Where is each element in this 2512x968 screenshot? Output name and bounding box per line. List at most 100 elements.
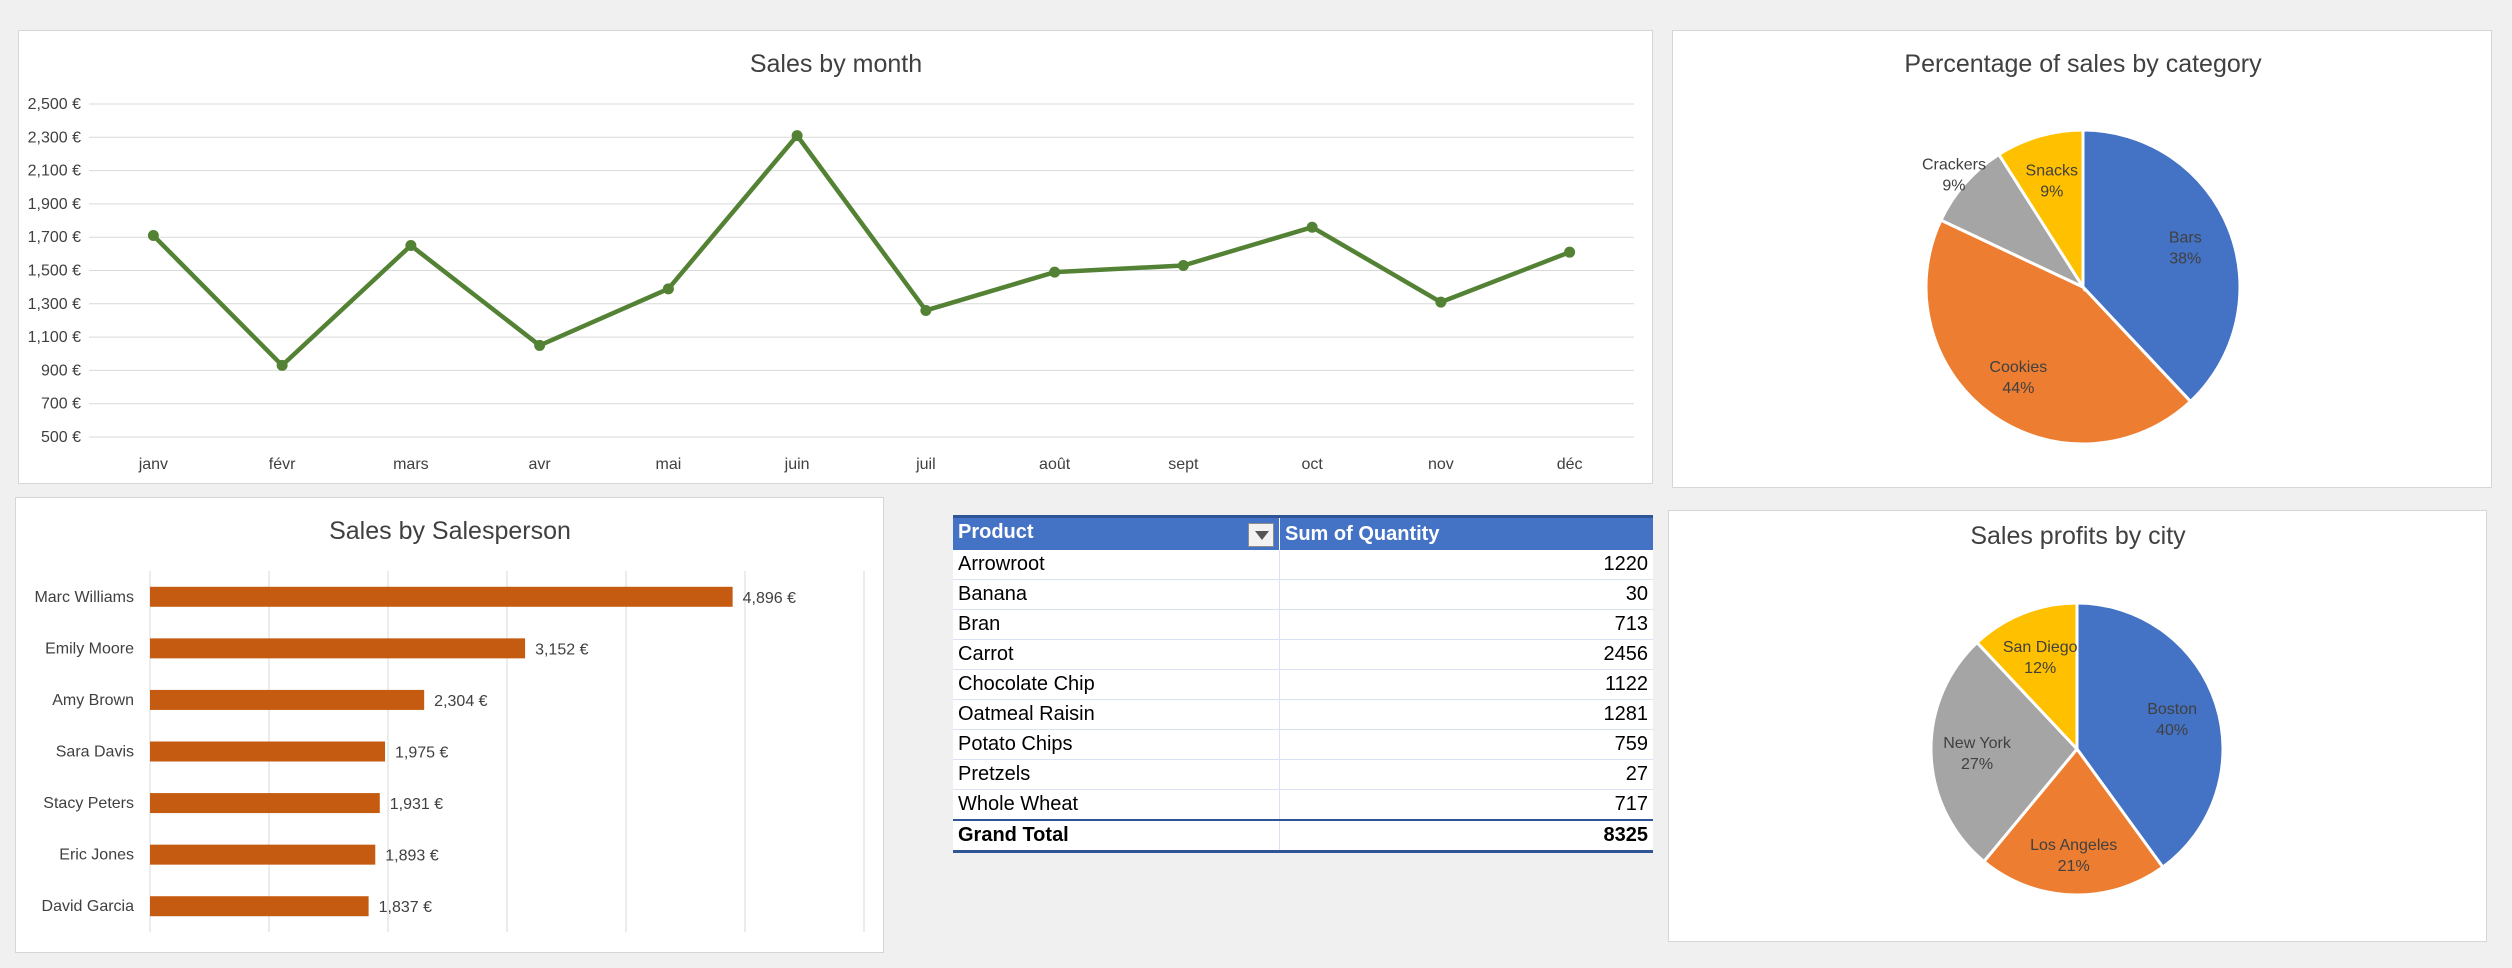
product-cell[interactable]: Whole Wheat (953, 789, 1280, 821)
data-point (920, 304, 932, 316)
product-cell[interactable]: Pretzels (953, 759, 1280, 790)
slice-label: Cookies (1989, 359, 2047, 376)
product-cell[interactable]: Carrot (953, 639, 1280, 670)
category-label: Eric Jones (59, 847, 134, 864)
salesperson-bar (150, 586, 733, 607)
data-point (405, 240, 417, 252)
quantity-cell[interactable]: 717 (1279, 789, 1653, 821)
y-tick-label: 2,500 € (28, 96, 81, 113)
bar-value-label: 1,837 € (379, 899, 432, 916)
table-row[interactable]: Bran 713 (953, 609, 1653, 640)
bar-value-label: 3,152 € (535, 641, 588, 658)
salesperson-bar (150, 741, 386, 762)
category-pie-title: Percentage of sales by category (1904, 50, 2262, 78)
category-label: Emily Moore (45, 640, 134, 657)
slice-percent: 12% (2024, 660, 2056, 677)
x-tick-label: avr (529, 456, 552, 473)
product-cell[interactable]: Chocolate Chip (953, 669, 1280, 700)
sales-by-month-title: Sales by month (750, 50, 922, 78)
table-row[interactable]: Potato Chips 759 (953, 729, 1653, 760)
data-point (1306, 221, 1318, 233)
quantity-cell[interactable]: 1220 (1279, 550, 1653, 580)
grand-total-row[interactable]: Grand Total 8325 (953, 819, 1653, 853)
data-point (534, 339, 546, 351)
slice-label: Los Angeles (2030, 837, 2117, 854)
table-row[interactable]: Oatmeal Raisin 1281 (953, 699, 1653, 730)
bar-value-label: 1,893 € (385, 848, 438, 865)
product-cell[interactable]: Arrowroot (953, 550, 1280, 580)
y-tick-label: 2,100 € (28, 163, 81, 180)
bar-value-label: 4,896 € (743, 590, 796, 607)
salesperson-bar (150, 844, 376, 865)
y-tick-label: 900 € (41, 362, 81, 379)
grand-total-value[interactable]: 8325 (1279, 819, 1653, 853)
x-tick-label: mai (655, 456, 681, 473)
slice-percent: 44% (2002, 380, 2034, 397)
city-pie-chart[interactable]: Sales profits by city Boston 40% Los Angel… (1669, 511, 2488, 943)
grand-total-label[interactable]: Grand Total (953, 819, 1280, 853)
slice-label: Bars (2169, 230, 2202, 247)
category-label: Amy Brown (52, 692, 134, 709)
product-cell[interactable]: Oatmeal Raisin (953, 699, 1280, 730)
y-tick-label: 500 € (41, 429, 81, 446)
quantity-cell[interactable]: 759 (1279, 729, 1653, 760)
quantity-header[interactable]: Sum of Quantity (1279, 515, 1653, 550)
product-header-label: Product (958, 521, 1034, 543)
data-point (662, 283, 674, 295)
product-cell[interactable]: Banana (953, 579, 1280, 610)
data-point (276, 359, 288, 371)
table-row[interactable]: Carrot 2456 (953, 639, 1653, 670)
quantity-cell[interactable]: 713 (1279, 609, 1653, 640)
city-pie-panel[interactable]: Sales profits by city Boston 40% Los Angel… (1668, 510, 2487, 942)
x-tick-label: janv (138, 456, 168, 473)
x-tick-label: oct (1301, 456, 1323, 473)
category-pie-panel[interactable]: Percentage of sales by category Bars 38% C… (1672, 30, 2492, 488)
table-row[interactable]: Banana 30 (953, 579, 1653, 610)
table-row[interactable]: Arrowroot 1220 (953, 550, 1653, 580)
sales-by-month-chart[interactable]: Sales by month 2,500 € 2,300 € 2,100 € 1,90… (19, 31, 1654, 485)
product-cell[interactable]: Potato Chips (953, 729, 1280, 760)
slice-label: Snacks (2026, 162, 2078, 179)
slice-percent: 21% (2058, 858, 2090, 875)
slice-label: San Diego (2003, 639, 2078, 656)
filter-dropdown-icon[interactable] (1248, 523, 1274, 547)
bar-value-label: 1,975 € (395, 745, 448, 762)
x-tick-label: juil (915, 456, 936, 473)
table-row[interactable]: Pretzels 27 (953, 759, 1653, 790)
product-cell[interactable]: Bran (953, 609, 1280, 640)
x-tick-label: sept (1168, 456, 1199, 473)
x-tick-label: mars (393, 456, 429, 473)
quantity-cell[interactable]: 27 (1279, 759, 1653, 790)
slice-percent: 9% (1942, 177, 1965, 194)
category-label: Marc Williams (34, 589, 134, 606)
slice-percent: 38% (2169, 251, 2201, 268)
y-tick-label: 1,900 € (28, 196, 81, 213)
sales-by-month-panel[interactable]: Sales by month 2,500 € 2,300 € 2,100 € 1,90… (18, 30, 1653, 484)
salesperson-bar (150, 896, 369, 917)
slice-label: New York (1943, 735, 2012, 752)
quantity-cell[interactable]: 1122 (1279, 669, 1653, 700)
salesperson-bar (150, 689, 425, 710)
y-tick-label: 1,500 € (28, 263, 81, 280)
salesperson-bar (150, 793, 380, 814)
category-pie-chart[interactable]: Percentage of sales by category Bars 38% C… (1673, 31, 2493, 489)
quantity-cell[interactable]: 1281 (1279, 699, 1653, 730)
table-row[interactable]: Chocolate Chip 1122 (953, 669, 1653, 700)
product-pivot-table[interactable]: Product Sum of Quantity Arrowroot 1220 Ba… (953, 515, 1653, 853)
product-header[interactable]: Product (953, 515, 1280, 550)
y-tick-label: 1,300 € (28, 296, 81, 313)
category-label: Stacy Peters (43, 795, 134, 812)
slice-percent: 40% (2156, 722, 2188, 739)
quantity-cell[interactable]: 2456 (1279, 639, 1653, 670)
salesperson-panel[interactable]: Sales by Salesperson Marc Williams Emily … (15, 497, 884, 953)
table-row[interactable]: Whole Wheat 717 (953, 789, 1653, 821)
category-label: Sara Davis (56, 744, 134, 761)
salesperson-bar-chart[interactable]: Sales by Salesperson Marc Williams Emily … (16, 498, 885, 954)
x-tick-label: févr (269, 456, 296, 473)
salesperson-title: Sales by Salesperson (329, 517, 571, 545)
x-tick-label: août (1039, 456, 1071, 473)
x-tick-label: déc (1557, 456, 1583, 473)
slice-label: Boston (2147, 701, 2197, 718)
quantity-cell[interactable]: 30 (1279, 579, 1653, 610)
data-point (1564, 246, 1576, 258)
